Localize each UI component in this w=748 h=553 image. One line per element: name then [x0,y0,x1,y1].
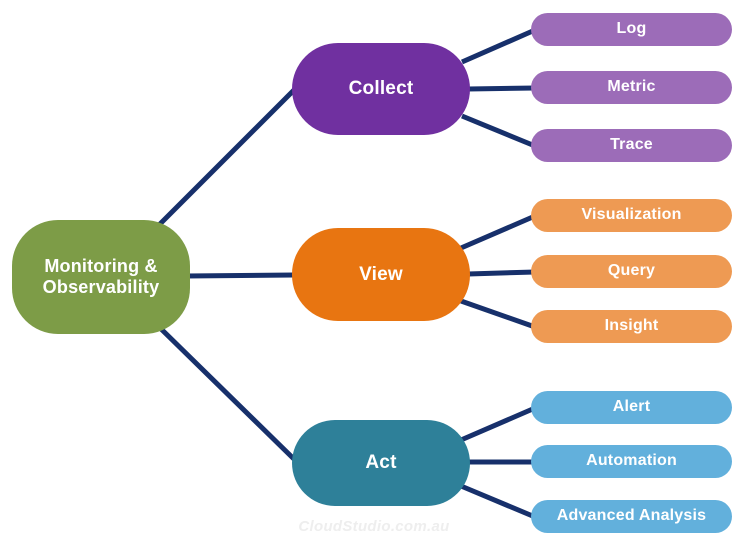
node-root-monitoring-observability[interactable]: Monitoring & Observability [12,220,190,334]
connector-collect-to-metric [467,85,536,92]
connector-view-to-visualization [460,213,536,251]
node-root-label: Monitoring & Observability [43,256,160,297]
connector-root-to-act [152,320,299,464]
node-leaf-alert[interactable]: Alert [531,391,732,424]
node-branch-view[interactable]: View [292,228,470,321]
node-leaf-log[interactable]: Log [531,13,732,46]
node-leaf-visualization[interactable]: Visualization [531,199,732,232]
connector-collect-to-log [460,27,537,65]
connector-act-to-alert [460,405,536,443]
connector-act-to-advanced-analysis [460,483,536,520]
node-leaf-query[interactable]: Query [531,255,732,288]
watermark: CloudStudio.com.au [298,518,450,535]
connector-root-to-collect [150,86,298,234]
connector-root-to-view [185,272,295,279]
mind-map-diagram: Monitoring & Observability Collect View … [0,0,748,553]
node-leaf-insight[interactable]: Insight [531,310,732,343]
connector-view-to-insight [460,298,536,330]
node-leaf-metric[interactable]: Metric [531,71,732,104]
node-root-label-line1: Monitoring & [44,256,158,277]
node-branch-collect[interactable]: Collect [292,43,470,135]
node-leaf-automation[interactable]: Automation [531,445,732,478]
connector-view-to-query [467,269,536,277]
node-branch-act[interactable]: Act [292,420,470,506]
node-leaf-trace[interactable]: Trace [531,129,732,162]
node-root-label-line2: Observability [42,277,160,297]
connector-collect-to-trace [461,113,536,149]
